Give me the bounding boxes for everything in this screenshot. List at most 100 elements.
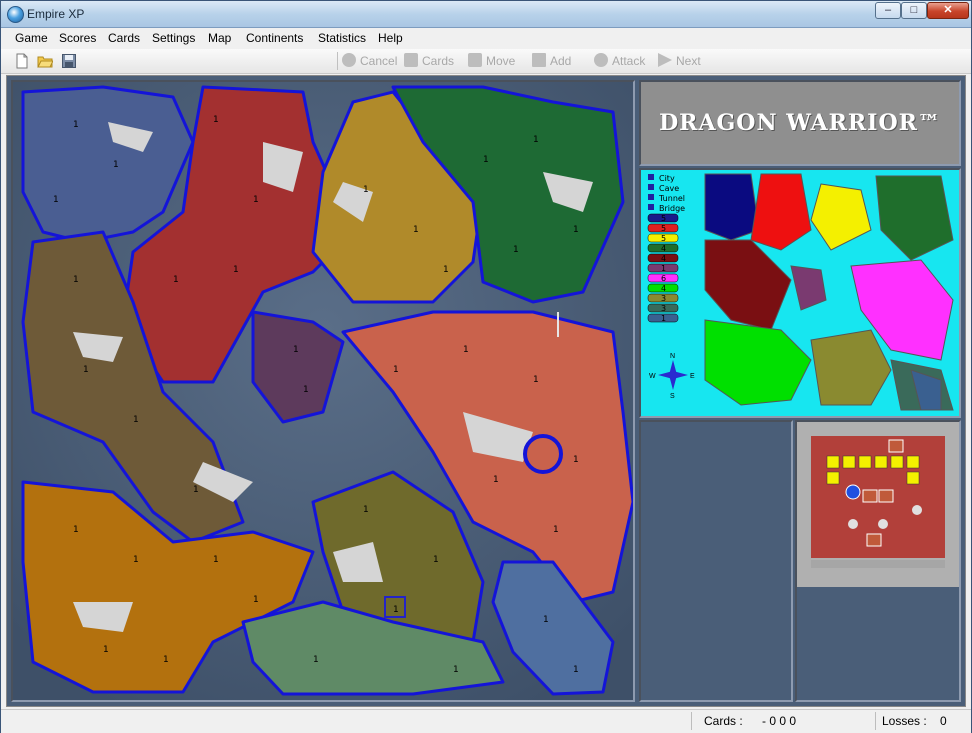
losses-value: 0 [940,714,947,728]
legend-city-label: City [659,174,675,183]
minimap-continent[interactable] [810,329,892,406]
compass-rose-icon: N S W E [649,353,695,400]
menu-map[interactable]: Map [208,31,231,45]
cards-button[interactable]: Cards [404,52,454,70]
territory-army-count: 1 [453,665,459,675]
throne-tile [906,455,920,469]
treasure-chest-icon[interactable] [878,489,894,503]
territory-army-count: 1 [293,345,299,355]
next-button[interactable]: Next [658,52,701,70]
treasure-chest-icon[interactable] [866,533,882,547]
cancel-icon [342,53,356,67]
legend-bonus-value: 3 [661,294,666,303]
territory-army-count: 1 [103,645,109,655]
territory-army-count: 1 [493,475,499,485]
territory-army-count: 1 [73,525,79,535]
territory-army-count: 1 [113,160,119,170]
territory-army-count: 1 [233,265,239,275]
compass-s-label: S [670,393,675,400]
legend-bonus-value: 5 [661,234,666,243]
territory-army-count: 1 [393,605,399,615]
minimap-continent[interactable] [704,239,792,331]
menu-help[interactable]: Help [378,31,403,45]
compass-w-label: W [649,373,656,380]
add-plus-icon [532,53,546,67]
compass-n-label: N [670,353,675,360]
territory-army-count: 1 [303,385,309,395]
territory-army-count: 1 [573,455,579,465]
maximize-button[interactable]: □ [901,2,927,19]
losses-label: Losses : [882,714,927,728]
game-logo: DRAGON WARRIOR™ [659,110,941,136]
throne-tile [826,471,840,485]
territory-army-count: 1 [533,135,539,145]
menu-cards[interactable]: Cards [108,31,140,45]
minimize-button[interactable]: – [875,2,901,19]
territory-army-count: 1 [173,275,179,285]
minimap[interactable]: CityCaveTunnelBridge55544164331NSW E [641,170,959,416]
open-folder-icon[interactable] [37,53,53,69]
legend-tunnel-label: Tunnel [658,194,685,203]
logo-panel: DRAGON WARRIOR™ [639,80,961,166]
throne-tile [826,455,840,469]
legend-bonus-value: 3 [661,304,666,313]
app-window: Empire XP – □ ✕ Game Scores Cards Settin… [0,0,972,733]
territory-army-count: 1 [313,655,319,665]
next-arrow-icon [658,53,672,67]
king-character-icon[interactable] [845,484,861,500]
window-title: Empire XP [27,7,85,21]
minimap-continent[interactable] [704,319,812,406]
legend-bonus-value: 5 [661,224,666,233]
legend-bonus-value: 1 [661,314,666,323]
territory-army-count: 1 [433,555,439,565]
menu-game[interactable]: Game [15,31,48,45]
world-map[interactable]: 1 1 1 1 1 1 1 1 1 1 1 1 1 1 1 1 1 1 1 1 1 1 1 1 1 1 1 1 1 1 1 1 1 1 1 1 1 1 1 [11,80,635,702]
menu-scores[interactable]: Scores [59,31,96,45]
minimap-continent[interactable] [750,173,812,251]
cancel-button[interactable]: Cancel [342,52,397,70]
attack-button[interactable]: Attack [594,52,645,70]
legend-cave-label: Cave [659,184,679,193]
minimap-continent[interactable] [790,265,827,311]
territory-army-count: 1 [573,665,579,675]
move-icon [468,53,482,67]
move-button[interactable]: Move [468,52,515,70]
territory-army-count: 1 [363,185,369,195]
treasure-chest-icon[interactable] [888,439,904,453]
game-area: 1 1 1 1 1 1 1 1 1 1 1 1 1 1 1 1 1 1 1 1 1 1 1 1 1 1 1 1 1 1 1 1 1 1 1 1 1 11 … [6,75,966,707]
new-file-icon[interactable] [14,53,30,69]
save-disk-icon[interactable] [61,53,77,69]
legend-bonus-value: 6 [661,274,666,283]
add-button[interactable]: Add [532,52,571,70]
legend-bonus-value: 4 [661,284,666,293]
territory-army-count: 1 [213,115,219,125]
territory-army-count: 1 [133,415,139,425]
world-map-canvas[interactable]: 1 1 1 1 1 1 1 1 1 1 1 1 1 1 1 1 1 1 1 1 1 1 1 1 1 1 1 1 1 1 1 1 1 1 1 1 1 1 1 [13,82,633,700]
compass-e-label: E [690,373,695,380]
minimap-panel[interactable]: City Cave Tunnel Bridge 5 5 5 4 4 1 6 4 3 3 1 N S W E [639,168,961,418]
legend-bonus-value: 4 [661,244,666,253]
menu-statistics[interactable]: Statistics [318,31,366,45]
status-divider [691,712,692,730]
info-panel [639,420,793,702]
close-button[interactable]: ✕ [927,2,969,19]
minimap-continent[interactable] [875,175,954,261]
territory-army-count: 1 [533,375,539,385]
territory-army-count: 1 [413,225,419,235]
menu-bar: Game Scores Cards Settings Map Continent… [1,28,971,48]
throne-tile [858,455,872,469]
treasure-chest-icon[interactable] [862,489,878,503]
menu-settings[interactable]: Settings [152,31,195,45]
minimap-continent[interactable] [704,173,760,241]
menu-continents[interactable]: Continents [246,31,303,45]
territory-army-count: 1 [213,555,219,565]
territory-army-count: 1 [83,365,89,375]
legend-bonus-value: 5 [661,214,666,223]
territory-army-count: 1 [513,245,519,255]
territory-army-count: 1 [193,485,199,495]
toolbar-separator [337,52,338,70]
minimap-continent[interactable] [810,183,872,251]
territory-army-count: 1 [463,345,469,355]
territory-army-count: 1 [133,555,139,565]
legend-bonus-value: 1 [661,264,666,273]
